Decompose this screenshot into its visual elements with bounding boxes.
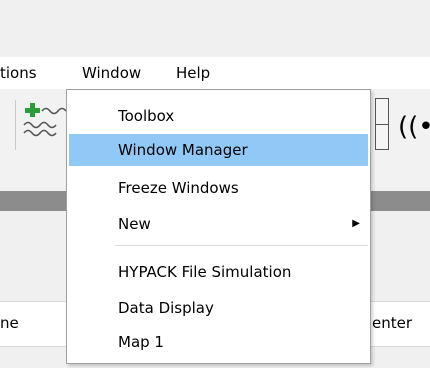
column-header-right[interactable]: enter	[372, 314, 412, 332]
frame-icon[interactable]	[375, 98, 389, 150]
menu-item-map-1[interactable]: Map 1	[69, 326, 368, 358]
menu-item-freeze-windows[interactable]: Freeze Windows	[69, 172, 368, 204]
menu-item-label: Window Manager	[118, 141, 248, 159]
menu-bar: tions Window Help	[0, 57, 430, 89]
menu-options[interactable]: tions	[0, 57, 37, 89]
menu-item-hypack-file-simulation[interactable]: HYPACK File Simulation	[69, 256, 368, 288]
add-wave-icon[interactable]	[22, 101, 67, 139]
column-header-left[interactable]: ne	[0, 314, 19, 332]
menu-item-label: Map 1	[118, 333, 164, 351]
submenu-arrow-icon: ▶	[352, 218, 360, 229]
window-dropdown-menu: Toolbox Window Manager Freeze Windows Ne…	[66, 89, 371, 364]
menu-help[interactable]: Help	[172, 57, 210, 89]
menu-window[interactable]: Window	[70, 57, 166, 89]
broadcast-icon[interactable]: ((•	[398, 107, 430, 147]
menu-item-toolbox[interactable]: Toolbox	[69, 100, 368, 132]
menu-item-window-manager[interactable]: Window Manager	[69, 134, 368, 166]
menu-item-label: Data Display	[118, 299, 214, 317]
menu-item-label: New	[118, 215, 151, 233]
menu-item-label: Toolbox	[118, 107, 175, 125]
menu-item-label: Freeze Windows	[118, 179, 239, 197]
title-bar	[0, 0, 430, 57]
menu-item-label: HYPACK File Simulation	[118, 263, 292, 281]
menu-item-data-display[interactable]: Data Display	[69, 292, 368, 324]
menu-separator	[115, 245, 368, 246]
menu-item-new[interactable]: New ▶	[69, 208, 368, 240]
toolbar-separator	[15, 100, 16, 150]
